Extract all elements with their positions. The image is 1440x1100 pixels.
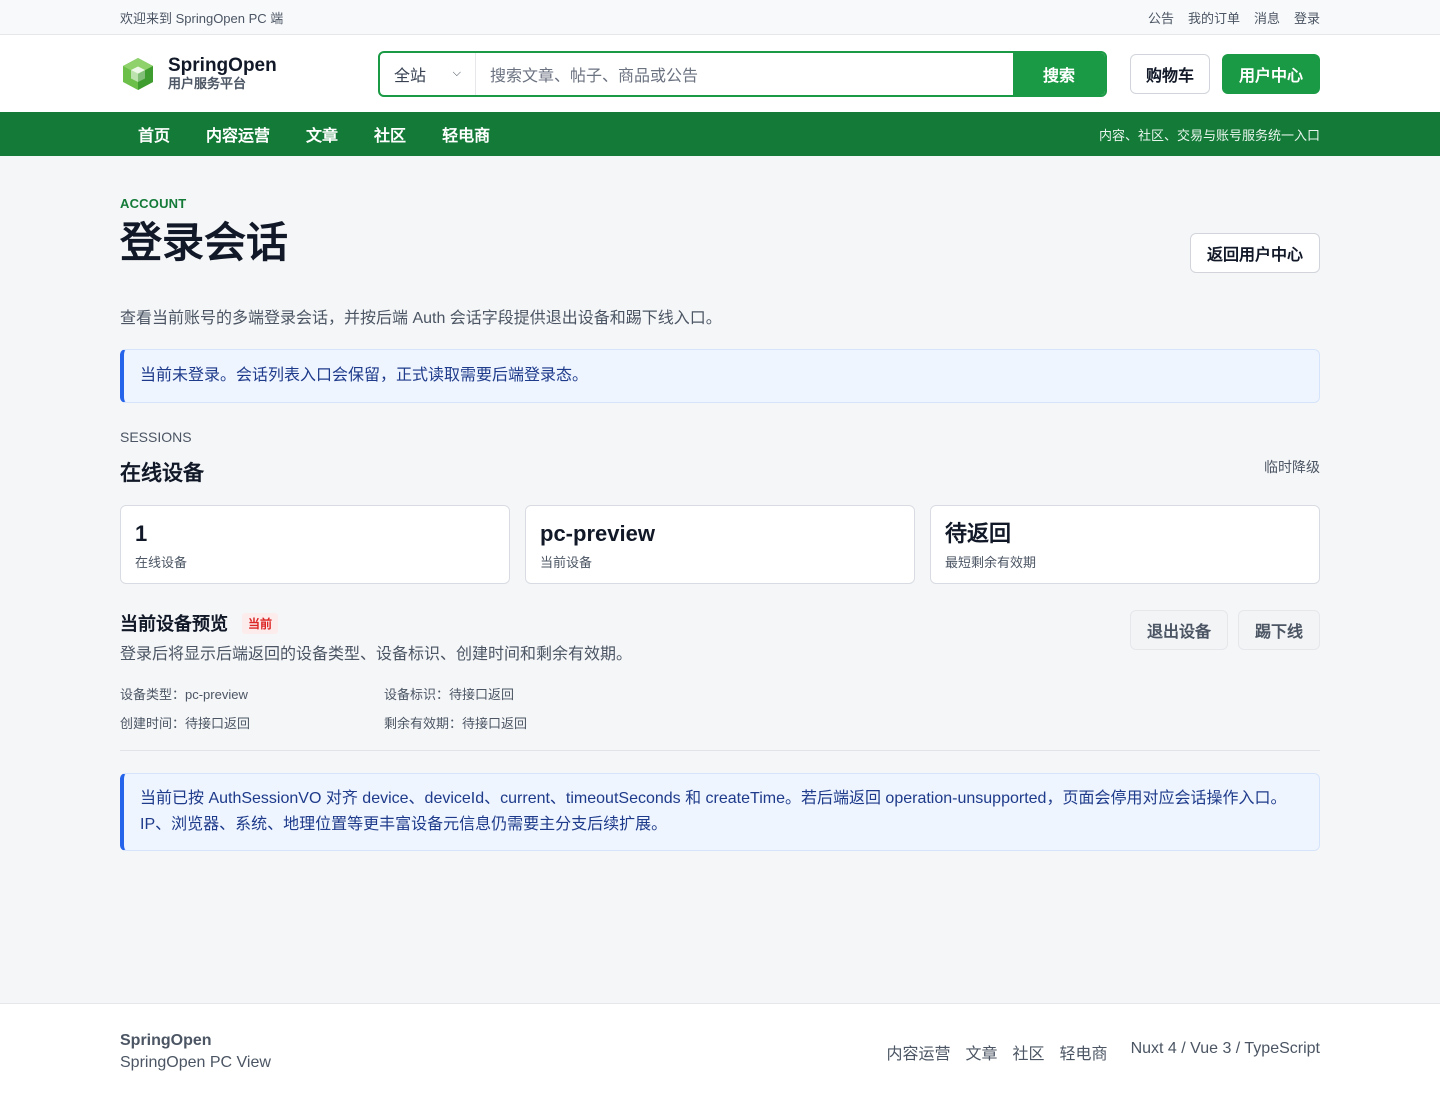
search-button[interactable]: 搜索: [1013, 52, 1105, 95]
page-title: 登录会话: [120, 219, 289, 266]
logout-device-button[interactable]: 退出设备: [1130, 610, 1228, 650]
kick-offline-button[interactable]: 踢下线: [1238, 610, 1320, 650]
footer-subtitle: SpringOpen PC View: [120, 1054, 271, 1071]
degraded-tag: 临时降级: [1264, 459, 1320, 475]
page-eyebrow: ACCOUNT: [120, 196, 187, 211]
nav-item-community[interactable]: 社区: [356, 122, 424, 146]
footer-link-ecommerce[interactable]: 轻电商: [1060, 1040, 1108, 1064]
stat-value: pc-preview: [540, 521, 655, 546]
top-link-messages[interactable]: 消息: [1254, 8, 1280, 27]
back-to-user-center-button[interactable]: 返回用户中心: [1189, 233, 1320, 273]
top-link-orders[interactable]: 我的订单: [1188, 8, 1240, 27]
brand-subtitle: 用户服务平台: [168, 75, 247, 91]
brand-name: SpringOpen: [168, 54, 277, 76]
device-meta: 设备类型：pc-preview 设备标识：待接口返回 创建时间：待接口返回 剩余…: [120, 684, 1320, 732]
nav-item-articles[interactable]: 文章: [288, 122, 356, 146]
main-nav: 首页 内容运营 文章 社区 轻电商 内容、社区、交易与账号服务统一入口: [0, 112, 1440, 156]
top-bar: 欢迎来到 SpringOpen PC 端 公告 我的订单 消息 登录: [0, 0, 1440, 35]
stat-card-min-ttl: 待返回 最短剩余有效期: [930, 505, 1320, 584]
search-bar: 全站 ⌵ 搜索文章、帖子、商品或公告 搜索: [378, 50, 1107, 97]
page-description: 查看当前账号的多端登录会话，并按后端 Auth 会话字段提供退出设备和踢下线入口…: [120, 310, 722, 327]
meta-device-id: 设备标识：待接口返回: [384, 687, 515, 702]
welcome-text: 欢迎来到 SpringOpen PC 端: [120, 10, 284, 26]
login-notice: 当前未登录。会话列表入口会保留，正式读取需要后端登录态。: [120, 349, 1320, 403]
footer-tech-stack: Nuxt 4 / Vue 3 / TypeScript: [1130, 1040, 1320, 1057]
footer-link-articles[interactable]: 文章: [966, 1040, 998, 1064]
search-placeholder: 搜索文章、帖子、商品或公告: [490, 67, 699, 85]
footer-link-community[interactable]: 社区: [1013, 1040, 1045, 1064]
sessions-title: 在线设备: [120, 462, 204, 485]
divider: [120, 750, 1320, 751]
site-footer: SpringOpen SpringOpen PC View 内容运营 文章 社区…: [0, 1003, 1440, 1100]
stat-label: 最短剩余有效期: [945, 555, 1037, 570]
brand-logo[interactable]: SpringOpen 用户服务平台: [120, 54, 378, 92]
meta-created-time: 创建时间：待接口返回: [120, 716, 251, 731]
search-scope-value: 全站: [394, 67, 427, 85]
footer-link-content-ops[interactable]: 内容运营: [887, 1040, 951, 1064]
nav-item-ecommerce[interactable]: 轻电商: [424, 122, 508, 146]
stat-label: 当前设备: [540, 555, 593, 570]
user-center-button[interactable]: 用户中心: [1222, 53, 1320, 94]
search-input[interactable]: 搜索文章、帖子、商品或公告: [476, 53, 1013, 95]
stat-card-online: 1 在线设备: [120, 505, 510, 584]
current-badge: 当前: [242, 612, 279, 634]
sessions-eyebrow: SESSIONS: [120, 429, 192, 445]
nav-item-home[interactable]: 首页: [120, 122, 188, 146]
site-header: SpringOpen 用户服务平台 全站 ⌵ 搜索文章、帖子、商品或公告 搜索 …: [0, 35, 1440, 112]
info-notice: 当前已按 AuthSessionVO 对齐 device、deviceId、cu…: [120, 773, 1320, 851]
nav-item-content-ops[interactable]: 内容运营: [188, 122, 288, 146]
cart-button[interactable]: 购物车: [1130, 53, 1210, 94]
cube-logo-icon: [123, 57, 153, 90]
search-scope-select[interactable]: 全站 ⌵: [380, 52, 476, 95]
stat-card-current-device: pc-preview 当前设备: [525, 505, 915, 584]
stat-value: 1: [135, 521, 148, 546]
footer-brand: SpringOpen: [120, 1032, 212, 1049]
top-links: 公告 我的订单 消息 登录: [1148, 8, 1320, 27]
device-preview-subtitle: 登录后将显示后端返回的设备类型、设备标识、创建时间和剩余有效期。: [120, 646, 633, 663]
stat-value: 待返回: [945, 521, 1012, 546]
nav-slogan: 内容、社区、交易与账号服务统一入口: [1098, 127, 1320, 143]
stat-label: 在线设备: [135, 555, 188, 570]
device-preview-title: 当前设备预览: [120, 614, 228, 634]
chevron-down-icon: ⌵: [452, 67, 461, 79]
meta-remaining-ttl: 剩余有效期：待接口返回: [384, 716, 528, 731]
top-link-login[interactable]: 登录: [1294, 8, 1320, 27]
meta-device-type: 设备类型：pc-preview: [120, 687, 248, 702]
device-preview: 当前设备预览 当前 登录后将显示后端返回的设备类型、设备标识、创建时间和剩余有效…: [120, 610, 1320, 664]
session-stats: 1 在线设备 pc-preview 当前设备 待返回 最短剩余有效期: [120, 505, 1320, 584]
top-link-announcement[interactable]: 公告: [1148, 8, 1174, 27]
